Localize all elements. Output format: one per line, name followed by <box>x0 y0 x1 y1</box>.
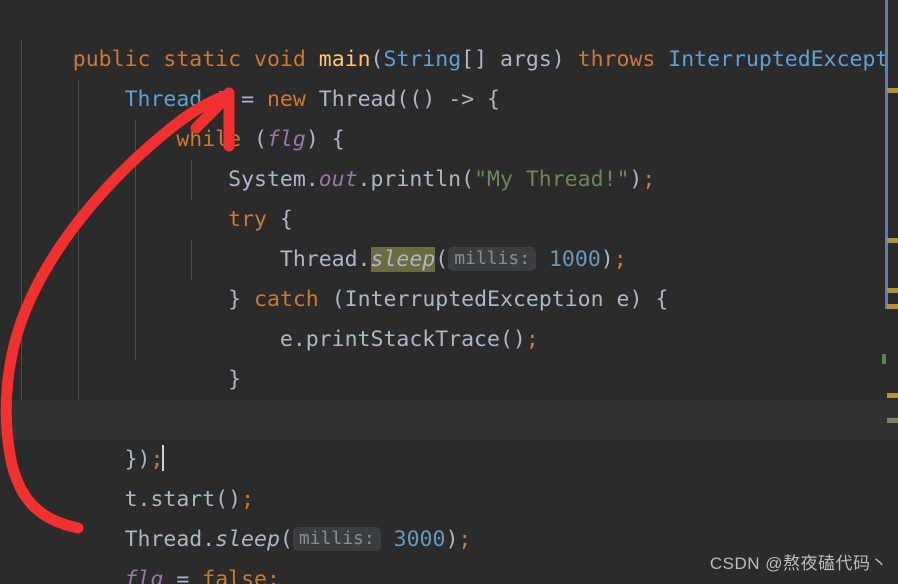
warning-marker[interactable] <box>887 304 898 309</box>
warning-marker[interactable] <box>887 288 898 293</box>
code-line[interactable]: } catch (InterruptedException e) { <box>0 240 898 312</box>
info-marker[interactable] <box>882 354 886 364</box>
code-line[interactable]: try { <box>0 160 898 232</box>
code-line[interactable]: e.printStackTrace(); <box>0 280 898 352</box>
code-line[interactable]: while (flg) { <box>0 80 898 152</box>
code-line[interactable]: Thread t = new Thread(() -> { <box>0 40 898 112</box>
code-block-indicator <box>885 0 888 309</box>
code-line[interactable]: } <box>0 360 898 432</box>
csdn-watermark: CSDN @熬夜磕代码丶 <box>709 554 888 573</box>
code-line-current[interactable]: }); <box>0 400 898 472</box>
code-line[interactable]: System.out.println("My Thread!"); <box>0 120 898 192</box>
typo-marker[interactable] <box>887 418 898 423</box>
code-line[interactable]: t.start(); <box>0 440 898 512</box>
warning-marker[interactable] <box>887 238 898 243</box>
code-line[interactable]: Thread.sleep(millis: 3000); <box>0 480 898 552</box>
warning-marker[interactable] <box>887 88 898 93</box>
error-stripe-gutter[interactable] <box>874 0 898 584</box>
code-line[interactable]: } <box>0 320 898 392</box>
code-editor[interactable]: public static void main(String[] args) t… <box>0 0 898 584</box>
code-line[interactable]: Thread.sleep(millis: 1000); <box>0 200 898 272</box>
code-line[interactable]: public static void main(String[] args) t… <box>0 0 898 72</box>
warning-marker[interactable] <box>887 393 898 398</box>
